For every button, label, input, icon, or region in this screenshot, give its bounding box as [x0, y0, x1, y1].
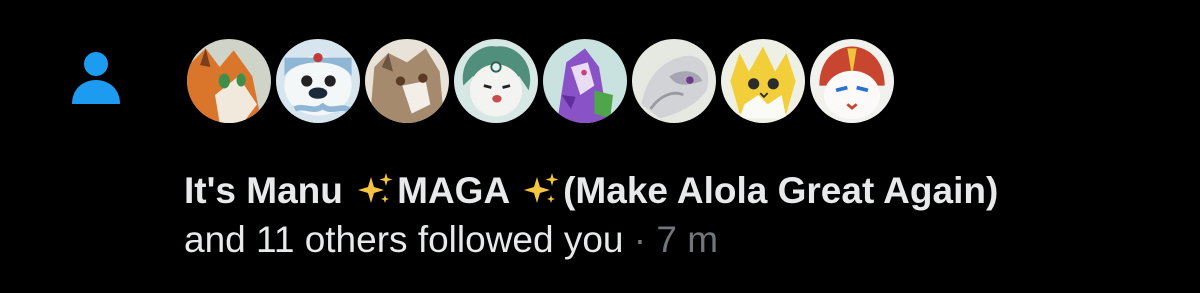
avatar[interactable]	[807, 36, 897, 126]
avatar[interactable]	[629, 36, 719, 126]
avatar[interactable]	[362, 36, 452, 126]
sparkles-icon	[358, 173, 393, 203]
follow-action-text: and 11 others followed you	[184, 219, 624, 260]
avatar-purple-dragon-icon	[543, 39, 627, 123]
name-part-2: MAGA	[397, 170, 520, 211]
avatar-blue-otter-icon	[276, 39, 360, 123]
avatar-red-white-fighter-icon	[810, 39, 894, 123]
avatar-green-white-singer-icon	[454, 39, 538, 123]
avatar[interactable]	[718, 36, 808, 126]
avatar-yellow-electric-icon	[721, 39, 805, 123]
avatar[interactable]	[184, 36, 274, 126]
avatar[interactable]	[540, 36, 630, 126]
avatar-orange-fox-icon	[187, 39, 271, 123]
timestamp: 7 m	[656, 219, 719, 260]
avatar[interactable]	[273, 36, 363, 126]
avatar[interactable]	[451, 36, 541, 126]
separator: ·	[623, 219, 657, 260]
avatar-grey-psychic-icon	[632, 39, 716, 123]
person-icon	[64, 44, 128, 108]
name-part-3: (Make Alola Great Again)	[563, 170, 999, 211]
follower-name[interactable]: It's Manu MAGA (Make Alola Great Again)	[184, 170, 998, 211]
sparkles-icon	[524, 173, 559, 203]
name-part-1: It's Manu	[184, 170, 354, 211]
avatar-brown-wolf-icon	[365, 39, 449, 123]
notification-text: It's Manu MAGA (Make Alola Great Again) …	[184, 166, 1064, 264]
follow-notification[interactable]: It's Manu MAGA (Make Alola Great Again) …	[0, 0, 1200, 293]
follower-avatars	[184, 36, 897, 128]
